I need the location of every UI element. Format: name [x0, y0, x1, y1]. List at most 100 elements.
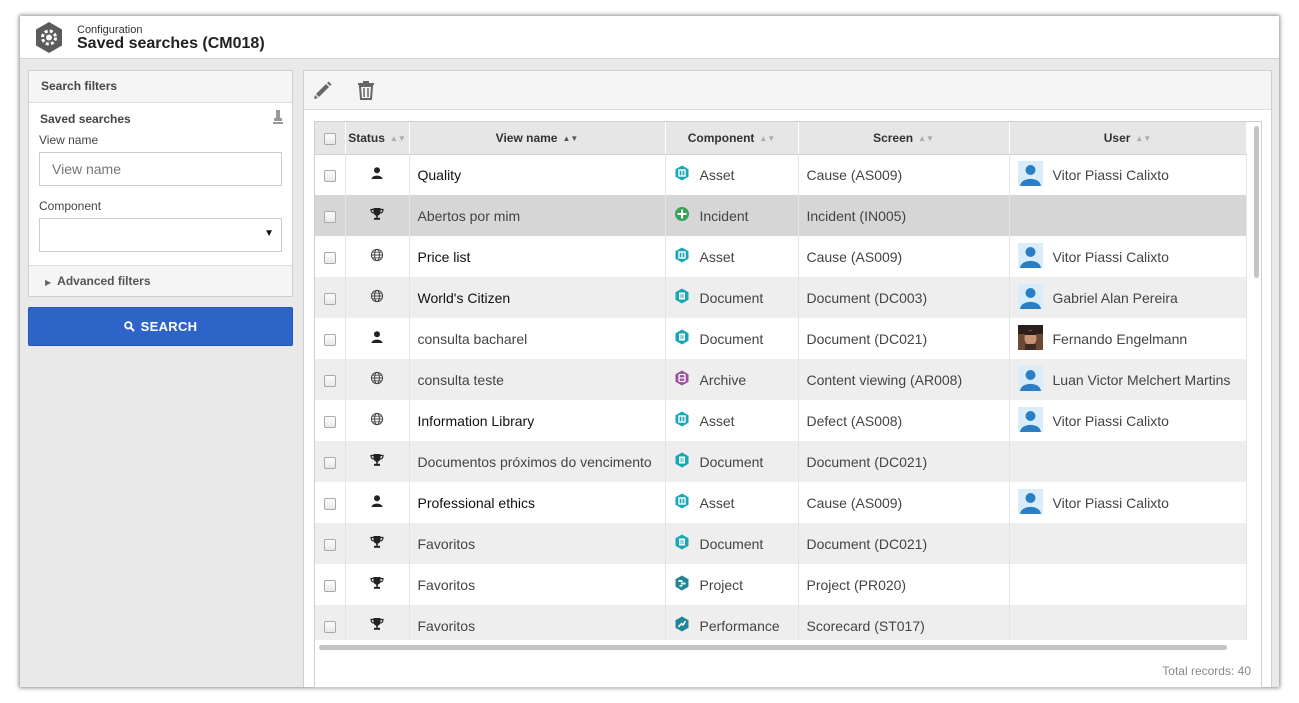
page-title: Saved searches (CM018) [77, 35, 265, 52]
row-checkbox[interactable] [323, 210, 336, 223]
select-all-checkbox[interactable] [323, 132, 336, 145]
table-row[interactable]: World's Citizen Document Document (DC003) G… [315, 277, 1247, 318]
asset-component-icon [674, 165, 700, 184]
sort-icon: ▲▼ [389, 133, 406, 143]
status-cell [345, 523, 410, 564]
globe-icon [370, 289, 384, 306]
row-checkbox-cell [315, 154, 346, 195]
table-row[interactable]: Information Library Asset Defect (AS008) Vi… [315, 400, 1247, 441]
row-checkbox-cell [315, 277, 346, 318]
row-checkbox[interactable] [323, 538, 336, 551]
row-checkbox[interactable] [323, 620, 336, 633]
saved-searches-label: Saved searches [40, 112, 131, 126]
user-cell [1009, 441, 1247, 482]
user-cell: Gabriel Alan Pereira [1009, 277, 1247, 318]
column-header-status[interactable]: Status ▲▼ [345, 122, 410, 155]
component-name: Performance [699, 617, 780, 634]
component-cell: Asset [665, 482, 799, 523]
user-cell: Luan Victor Melchert Martins [1009, 359, 1247, 400]
user-cell [1009, 605, 1247, 640]
screen-cell: Cause (AS009) [798, 236, 1010, 277]
row-checkbox[interactable] [323, 292, 336, 305]
avatar [1017, 324, 1053, 353]
row-checkbox[interactable] [323, 333, 336, 346]
trophy-icon [370, 536, 384, 552]
trophy-icon [370, 577, 384, 593]
component-name: Archive [699, 371, 747, 388]
component-select[interactable]: ▼ [39, 218, 282, 252]
horizontal-scrollbar[interactable] [319, 645, 1227, 650]
user-cell [1009, 564, 1247, 605]
column-header-screen[interactable]: Screen ▲▼ [798, 122, 1010, 155]
search-button[interactable]: SEARCH [28, 307, 293, 346]
row-checkbox[interactable] [323, 456, 336, 469]
row-checkbox[interactable] [323, 497, 336, 510]
screen-cell: Project (PR020) [798, 564, 1010, 605]
select-all-header [315, 122, 346, 155]
view-name-cell: Documentos próximos do vencimento [409, 441, 666, 482]
view-name-cell: Information Library [409, 400, 666, 441]
table-row[interactable]: Price list Asset Cause (AS009) Vitor Piassi… [315, 236, 1247, 277]
table-row[interactable]: consulta teste Archive Content viewing (AR… [315, 359, 1247, 400]
view-name-cell: Quality [409, 154, 666, 195]
screen-cell: Document (DC021) [798, 441, 1010, 482]
column-header-view-name[interactable]: View name ▲▼ [409, 122, 666, 155]
user-cell: Fernando Engelmann [1009, 318, 1247, 359]
row-checkbox[interactable] [323, 374, 336, 387]
advanced-filters-toggle[interactable]: ▶ Advanced filters [29, 265, 292, 296]
column-header-user[interactable]: User ▲▼ [1009, 122, 1247, 155]
component-cell: Document [665, 523, 799, 564]
row-checkbox[interactable] [323, 415, 336, 428]
user-cell-content: Luan Victor Melchert Martins [1017, 365, 1231, 394]
table-row[interactable]: Documentos próximos do vencimento Documen… [315, 441, 1247, 482]
user-cell-content: Vitor Piassi Calixto [1017, 406, 1169, 435]
user-cell-content: Vitor Piassi Calixto [1017, 242, 1169, 271]
avatar [1017, 283, 1053, 312]
component-cell: Document [665, 318, 799, 359]
table-header-row: Status ▲▼ View name ▲▼ Component ▲▼ Screen ▲… [315, 122, 1247, 155]
user-name: Vitor Piassi Calixto [1052, 494, 1169, 511]
page-header: Configuration Saved searches (CM018) [20, 16, 1279, 59]
row-checkbox[interactable] [323, 579, 336, 592]
caret-right-icon: ▶ [45, 278, 52, 287]
row-checkbox-cell [315, 195, 346, 236]
component-label: Component [39, 199, 102, 213]
clear-filter-icon[interactable] [273, 110, 283, 124]
component-cell: Archive [665, 359, 799, 400]
component-cell: Asset [665, 154, 799, 195]
component-name: Document [699, 453, 764, 470]
table-body: Quality Asset Cause (AS009) Vitor Piassi Ca… [315, 154, 1247, 640]
row-checkbox-cell [315, 564, 346, 605]
table-row[interactable]: Favoritos Project Project (PR020) [315, 564, 1247, 605]
user-name: Luan Victor Melchert Martins [1052, 371, 1231, 388]
component-name: Document [699, 289, 764, 306]
results-table: Status ▲▼ View name ▲▼ Component ▲▼ Screen ▲… [315, 122, 1247, 640]
table-row[interactable]: Favoritos Performance Scorecard (ST017) [315, 605, 1247, 640]
asset-component-icon [674, 411, 700, 430]
search-button-label: SEARCH [140, 319, 198, 334]
trophy-icon [370, 454, 384, 470]
table-row[interactable]: Abertos por mim Incident Incident (IN005) [315, 195, 1247, 236]
status-cell [345, 441, 410, 482]
column-header-component[interactable]: Component ▲▼ [665, 122, 799, 155]
component-cell: Incident [665, 195, 799, 236]
user-cell: Vitor Piassi Calixto [1009, 154, 1247, 195]
pencil-icon[interactable] [312, 79, 334, 101]
component-name: Asset [699, 166, 735, 183]
table-row[interactable]: Professional ethics Asset Cause (AS009) Vit… [315, 482, 1247, 523]
status-cell [345, 400, 410, 441]
status-cell [345, 605, 410, 640]
status-cell [345, 236, 410, 277]
component-name: Document [699, 535, 764, 552]
table-row[interactable]: Quality Asset Cause (AS009) Vitor Piassi Ca… [315, 154, 1247, 195]
trash-icon[interactable] [355, 79, 377, 101]
view-name-input[interactable] [39, 152, 282, 186]
row-checkbox[interactable] [323, 251, 336, 264]
table-row[interactable]: consulta bacharel Document Document (DC021… [315, 318, 1247, 359]
table-row[interactable]: Favoritos Document Document (DC021) [315, 523, 1247, 564]
user-cell: Vitor Piassi Calixto [1009, 236, 1247, 277]
vertical-scrollbar[interactable] [1254, 126, 1259, 278]
row-checkbox[interactable] [323, 170, 336, 183]
user-cell-content: Fernando Engelmann [1017, 324, 1187, 353]
search-icon [123, 321, 135, 332]
